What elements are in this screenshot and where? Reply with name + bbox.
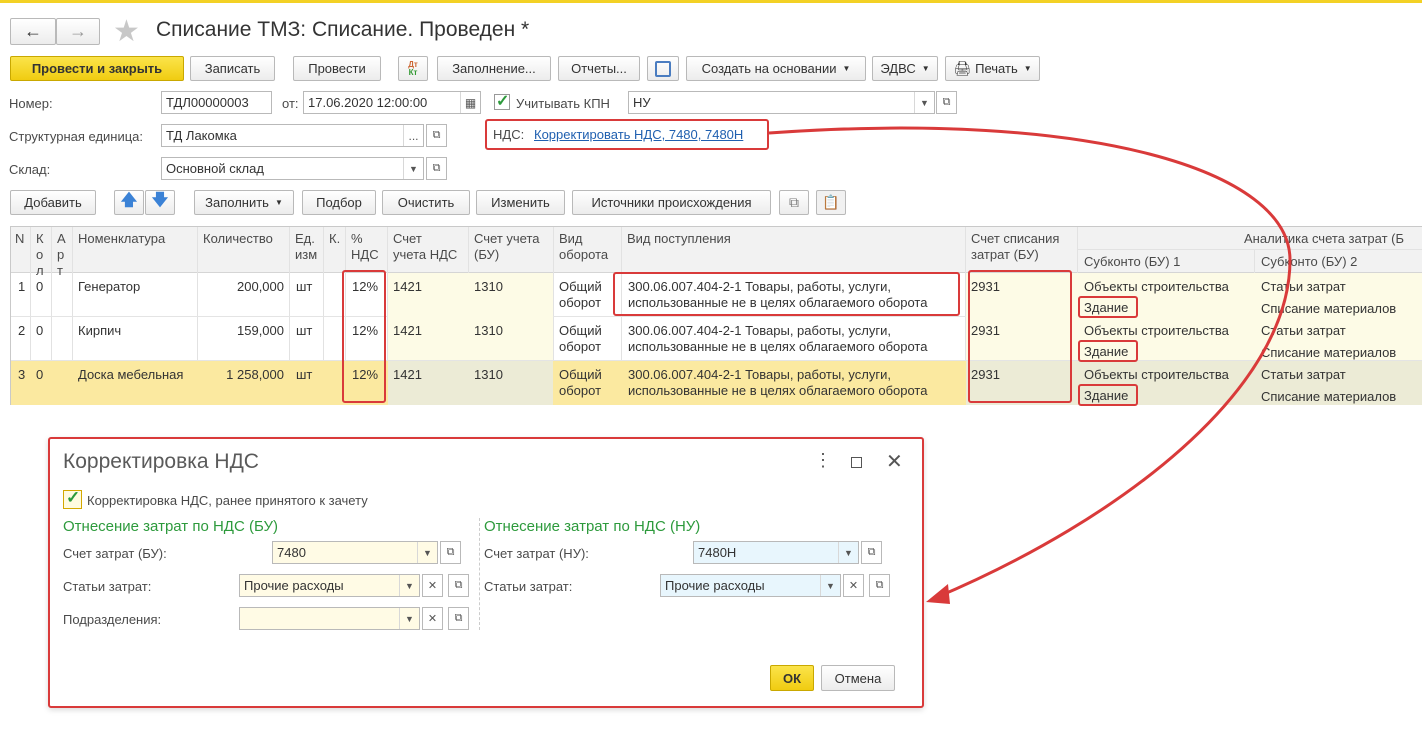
- checkmark-icon: ✓: [66, 488, 81, 507]
- bu-division-field[interactable]: ▼: [239, 607, 420, 630]
- section-divider: [479, 518, 480, 630]
- open-icon[interactable]: ⧉: [861, 541, 882, 564]
- nu-account-value: 7480Н: [698, 545, 737, 560]
- close-icon[interactable]: ✕: [886, 449, 903, 474]
- clear-icon[interactable]: ✕: [422, 574, 443, 597]
- bu-account-label: Счет затрат (БУ):: [63, 546, 167, 561]
- bu-division-label: Подразделения:: [63, 612, 162, 627]
- nu-items-value: Прочие расходы: [665, 578, 765, 593]
- bu-account-value: 7480: [277, 545, 306, 560]
- chevron-down-icon: ▼: [838, 542, 858, 563]
- bu-items-field[interactable]: Прочие расходы ▼: [239, 574, 420, 597]
- cancel-button[interactable]: Отмена: [821, 665, 895, 691]
- more-icon[interactable]: ⋮: [814, 450, 832, 471]
- open-icon[interactable]: ⧉: [869, 574, 890, 597]
- clear-icon[interactable]: ✕: [422, 607, 443, 630]
- chevron-down-icon: ▼: [820, 575, 840, 596]
- nu-items-field[interactable]: Прочие расходы ▼: [660, 574, 841, 597]
- correction-checkbox[interactable]: ✓: [63, 488, 82, 509]
- open-icon[interactable]: ⧉: [440, 541, 461, 564]
- bu-section-title: Отнесение затрат по НДС (БУ): [63, 518, 278, 535]
- nu-items-label: Статьи затрат:: [484, 579, 573, 594]
- nu-account-field[interactable]: 7480Н ▼: [693, 541, 859, 564]
- correction-checkbox-label: Корректировка НДС, ранее принятого к зач…: [87, 493, 368, 508]
- nu-section-title: Отнесение затрат по НДС (НУ): [484, 518, 701, 535]
- dialog-title: Корректировка НДС: [63, 450, 259, 473]
- nu-account-label: Счет затрат (НУ):: [484, 546, 589, 561]
- clear-icon[interactable]: ✕: [843, 574, 864, 597]
- maximize-icon[interactable]: [851, 457, 862, 468]
- ok-button[interactable]: ОК: [770, 665, 814, 691]
- open-icon[interactable]: ⧉: [448, 574, 469, 597]
- chevron-down-icon: ▼: [399, 608, 419, 629]
- open-icon[interactable]: ⧉: [448, 607, 469, 630]
- bu-account-field[interactable]: 7480 ▼: [272, 541, 438, 564]
- bu-items-value: Прочие расходы: [244, 578, 344, 593]
- chevron-down-icon: ▼: [417, 542, 437, 563]
- chevron-down-icon: ▼: [399, 575, 419, 596]
- bu-items-label: Статьи затрат:: [63, 579, 152, 594]
